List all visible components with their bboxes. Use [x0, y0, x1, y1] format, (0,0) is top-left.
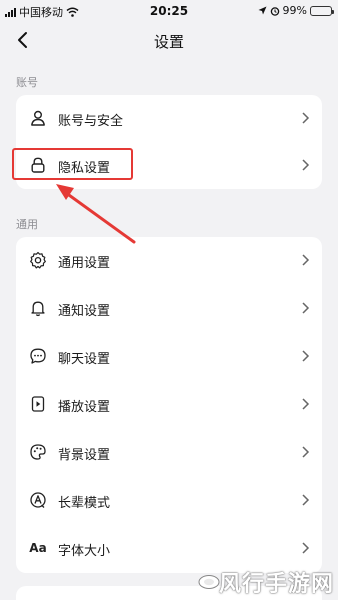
settings-row-chat[interactable]: 聊天设置	[16, 333, 322, 380]
settings-row-background[interactable]: 背景设置	[16, 429, 322, 476]
alarm-icon	[270, 6, 279, 16]
status-bar: 中国移动 20:25 99%	[0, 0, 338, 22]
settings-row-label: 聊天设置	[58, 352, 111, 367]
palette-icon	[28, 442, 48, 462]
chevron-right-icon	[302, 159, 310, 171]
privacy-highlight-box	[12, 148, 133, 180]
user-icon	[28, 108, 48, 128]
settings-row-label: 背景设置	[58, 448, 111, 463]
elder-mode-icon	[28, 490, 48, 510]
settings-row-font-size[interactable]: Aa 字体大小	[16, 525, 322, 572]
settings-row-label: 账号与安全	[58, 114, 124, 129]
settings-row-label: 通用设置	[58, 256, 111, 271]
chevron-right-icon	[302, 302, 310, 314]
chevron-right-icon	[302, 112, 310, 124]
settings-row-label: 字体大小	[58, 544, 111, 559]
nav-bar: 设置	[0, 22, 338, 60]
chevron-right-icon	[302, 542, 310, 554]
settings-row-label: 通知设置	[58, 304, 111, 319]
bell-icon	[28, 298, 48, 318]
settings-row-account-security[interactable]: 账号与安全	[16, 95, 322, 142]
watermark-logo-icon	[198, 575, 220, 589]
font-size-icon: Aa	[29, 541, 47, 555]
settings-row-playback[interactable]: 播放设置	[16, 381, 322, 428]
settings-row-elder-mode[interactable]: 长辈模式	[16, 477, 322, 524]
battery-icon	[310, 5, 334, 16]
chevron-right-icon	[302, 350, 310, 362]
play-icon	[28, 394, 48, 414]
page-title: 设置	[153, 33, 184, 51]
watermark-text: 风行手游网	[218, 572, 334, 597]
location-arrow-icon	[258, 6, 267, 15]
chevron-right-icon	[302, 494, 310, 506]
chevron-right-icon	[302, 254, 310, 266]
general-card: 通用设置 通知设置 聊天设置 播放设置 背景设置 长辈模式 Aa 字体大小	[16, 237, 322, 573]
chevron-right-icon	[302, 446, 310, 458]
gear-icon	[28, 250, 48, 270]
settings-row-notifications[interactable]: 通知设置	[16, 285, 322, 332]
section-label-general: 通用	[16, 218, 38, 231]
settings-row-general[interactable]: 通用设置	[16, 237, 322, 284]
status-right: 99%	[258, 4, 334, 17]
chevron-right-icon	[302, 398, 310, 410]
section-label-account: 账号	[16, 76, 38, 89]
battery-percent: 99%	[282, 4, 307, 17]
settings-row-label: 长辈模式	[58, 496, 111, 511]
settings-row-label: 播放设置	[58, 400, 111, 415]
chat-bubble-icon	[28, 346, 48, 366]
